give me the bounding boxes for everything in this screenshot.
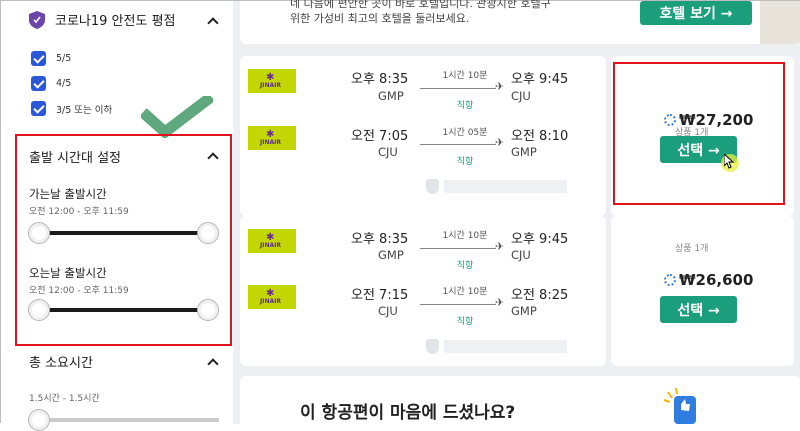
- loading-placeholder: [444, 180, 567, 193]
- airplane-icon: ✈: [495, 80, 505, 93]
- duration-header[interactable]: 총 소요시간: [29, 352, 93, 371]
- duration-range: 1.5시간 - 1.5시간: [29, 394, 100, 404]
- route-line: [420, 304, 496, 305]
- arrival-time: 오후 9:45: [511, 72, 569, 87]
- loading-spinner-icon: [664, 274, 676, 286]
- route-line: [420, 144, 496, 145]
- hotel-image: [760, 1, 800, 44]
- option-label: 4/5: [56, 78, 72, 89]
- stops-label: 직항: [456, 157, 474, 167]
- route-line: [420, 248, 496, 249]
- highlight-box: [613, 62, 785, 205]
- departure-time: 오전 7:15: [351, 288, 409, 303]
- departure-airport: CJU: [378, 304, 398, 318]
- arrival-time: 오전 8:10: [511, 129, 569, 144]
- route-line: [420, 88, 496, 89]
- results-panel: 네 다음에 편안한 곳이 바로 호텔입니다. 관광지한 호텔구 위한 가성비 최…: [233, 0, 800, 424]
- departure-airport: GMP: [378, 89, 404, 103]
- chevron-up-icon[interactable]: [207, 17, 219, 29]
- departure-airport: CJU: [378, 145, 398, 159]
- arrival-airport: CJU: [511, 89, 531, 103]
- arrival-airport: GMP: [511, 304, 537, 318]
- checkbox-checked-icon[interactable]: [31, 51, 46, 66]
- flight-result-card[interactable]: ✱ JINAIR 오후 8:35 GMP 1시간 10분 ✈ 직항 오후 9:45…: [240, 56, 606, 216]
- price: ₩26,600: [679, 271, 754, 289]
- highlight-box: [15, 134, 232, 346]
- feedback-card: 이 항공편이 마음에 드셨나요?: [240, 376, 800, 424]
- airplane-icon: ✈: [495, 240, 505, 253]
- departure-time: 오전 7:05: [351, 129, 409, 144]
- airline-logo: ✱ JINAIR: [248, 285, 296, 309]
- covid-option-5[interactable]: 5/5: [31, 51, 71, 66]
- price-panel: 상품 1개 ₩26,600 선택 →: [611, 216, 794, 366]
- departure-airport: GMP: [378, 248, 404, 262]
- departure-time: 오후 8:35: [351, 232, 409, 247]
- banner-text-line2: 위한 가성비 최고의 호텔을 둘러보세요.: [290, 12, 470, 25]
- thumbs-up-illustration-icon: [663, 387, 696, 424]
- shield-icon: [29, 10, 45, 29]
- departure-time: 오후 8:35: [351, 72, 409, 87]
- view-hotels-button[interactable]: 호텔 보기 →: [640, 1, 752, 25]
- feedback-question: 이 항공편이 마음에 드셨나요?: [300, 403, 516, 423]
- option-label: 5/5: [56, 53, 72, 64]
- airline-logo: ✱ JINAIR: [248, 69, 296, 93]
- covid-option-3[interactable]: 3/5 또는 이하: [31, 101, 112, 116]
- duration-slider-min-handle[interactable]: [28, 409, 50, 431]
- covid-filter-title: 코로나19 안전도 평점: [55, 14, 176, 29]
- duration-title: 총 소요시간: [29, 356, 93, 371]
- arrival-airport: GMP: [511, 145, 537, 159]
- loading-placeholder: [444, 340, 567, 353]
- shield-icon: [426, 339, 439, 354]
- arrival-time: 오전 8:25: [511, 288, 569, 303]
- covid-filter-header[interactable]: 코로나19 안전도 평점: [29, 10, 176, 29]
- stops-label: 직항: [456, 261, 474, 271]
- covid-option-4[interactable]: 4/5: [31, 76, 71, 91]
- filter-sidebar: 코로나19 안전도 평점 5/5 4/5 3/5 또는 이하 출발 시간대 설정…: [1, 1, 233, 431]
- duration-slider-track[interactable]: [39, 418, 219, 422]
- airplane-icon: ✈: [495, 136, 505, 149]
- arrival-time: 오후 9:45: [511, 232, 569, 247]
- stops-label: 직항: [456, 101, 474, 111]
- airline-logo: ✱ JINAIR: [248, 126, 296, 150]
- shield-icon: [426, 179, 439, 194]
- flight-result-card[interactable]: ✱ JINAIR 오후 8:35 GMP 1시간 10분 ✈ 직항 오후 9:45…: [240, 216, 606, 366]
- price-panel: 상품 1개 ₩27,200 선택 →: [611, 56, 794, 216]
- checkbox-checked-icon[interactable]: [31, 76, 46, 91]
- option-label: 3/5 또는 이하: [56, 104, 113, 116]
- check-annotation-icon: [141, 96, 213, 138]
- checkbox-checked-icon[interactable]: [31, 101, 46, 116]
- airplane-icon: ✈: [495, 296, 505, 309]
- select-button[interactable]: 선택 →: [660, 296, 737, 323]
- airline-logo: ✱ JINAIR: [248, 229, 296, 253]
- deal-count: 상품 1개: [675, 244, 709, 254]
- arrival-airport: CJU: [511, 248, 531, 262]
- stops-label: 직항: [456, 317, 474, 327]
- chevron-up-icon[interactable]: [207, 358, 219, 370]
- hotel-banner: 네 다음에 편안한 곳이 바로 호텔입니다. 관광지한 호텔구 위한 가성비 최…: [240, 0, 800, 44]
